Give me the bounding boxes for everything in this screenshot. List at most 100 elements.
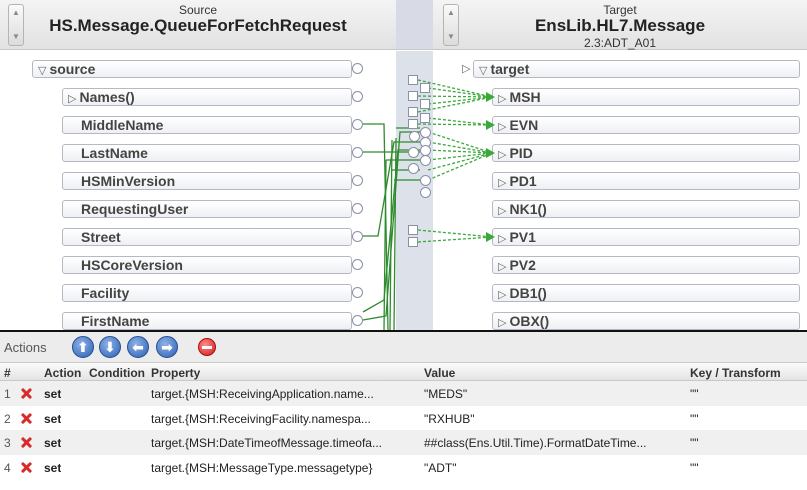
source-port[interactable] [352,175,363,186]
row-value: ##class(Ens.Util.Time).FormatDateTime... [424,436,647,450]
row-property: target.{MSH:ReceivingApplication.name... [151,387,374,401]
source-port[interactable] [352,119,363,130]
link-handle[interactable] [409,131,420,142]
target-segment-pid[interactable]: ▷ PID [492,144,800,162]
delete-x-icon[interactable] [20,387,33,400]
actions-label: Actions [4,340,47,355]
col-property[interactable]: Property [151,366,200,380]
actions-toolbar: Actions ⬆ ⬇ ⬅ ➡ [0,332,807,362]
target-segment-nk1[interactable]: ▷ NK1() [492,200,800,218]
collapsed-triangle-icon: ▷ [68,93,77,105]
row-num: 3 [4,436,11,450]
row-value: "MEDS" [424,387,468,401]
target-segment-msh[interactable]: ▷ MSH [492,88,800,106]
source-field-firstname[interactable]: FirstName [62,312,352,330]
source-field-facility[interactable]: Facility [62,284,352,302]
link-handle[interactable] [408,119,418,129]
actions-table: # Action Condition Property Value Key / … [0,362,807,479]
col-condition[interactable]: Condition [89,366,145,380]
delete-x-icon[interactable] [20,436,33,449]
row-property: target.{MSH:ReceivingFacility.namespa... [151,411,371,426]
link-handle[interactable] [408,225,418,235]
target-segment-evn[interactable]: ▷ EVN [492,116,800,134]
table-row[interactable]: 1 set target.{MSH:ReceivingApplication.n… [0,381,807,406]
table-body: 1 set target.{MSH:ReceivingApplication.n… [0,381,807,479]
source-root-port[interactable] [352,63,363,74]
collapsed-triangle-icon[interactable]: ▷ [462,62,470,75]
arrow-up-icon: ⬆ [77,339,89,355]
delete-x-icon[interactable] [20,412,33,425]
target-segment-obx[interactable]: ▷ OBX() [492,312,800,330]
source-field-hscoreversion[interactable]: HSCoreVersion [62,256,352,274]
source-field-hsminversion[interactable]: HSMinVersion [62,172,352,190]
source-field-requestinguser[interactable]: RequestingUser [62,200,352,218]
arrow-right-icon: ➡ [161,339,173,355]
link-handle[interactable] [420,99,430,109]
move-right-button[interactable]: ➡ [156,336,178,358]
source-field-middlename[interactable]: MiddleName [62,116,352,134]
link-handle[interactable] [408,107,418,117]
target-segment-pv2[interactable]: ▷ PV2 [492,256,800,274]
source-root-node[interactable]: ▽ source [32,60,352,78]
link-handle[interactable] [408,75,418,85]
delete-action-button[interactable] [198,338,216,356]
target-caption: Target [603,3,637,17]
row-num: 2 [4,411,11,426]
source-field-names[interactable]: ▷ Names() [62,88,352,106]
source-port[interactable] [352,315,363,326]
move-down-button[interactable]: ⬇ [99,336,121,358]
row-value: "RXHUB" [424,411,475,426]
link-handle[interactable] [420,83,430,93]
target-root-node[interactable]: ▽ target [473,60,800,78]
row-key: "" [690,411,699,426]
row-action: set [44,460,62,475]
row-key: "" [690,436,699,450]
source-port[interactable] [352,147,363,158]
row-value: "ADT" [424,460,457,475]
delete-x-icon[interactable] [20,461,33,474]
target-header: ▲ ▼ Target EnsLib.HL7.Message 2.3:ADT_A0… [433,0,807,50]
source-header: ▲ ▼ Source HS.Message.QueueForFetchReque… [0,0,396,50]
link-handle[interactable] [420,175,431,186]
source-caption: Source [178,3,218,17]
table-row[interactable]: 3 set target.{MSH:DateTimeofMessage.time… [0,430,807,455]
collapsed-triangle-icon: ▷ [498,261,507,273]
link-handle[interactable] [408,147,419,158]
source-field-street[interactable]: Street [62,228,352,246]
target-segment-db1[interactable]: ▷ DB1() [492,284,800,302]
arrow-left-icon: ⬅ [132,339,144,355]
row-property: target.{MSH:MessageType.messagetype} [151,460,373,475]
link-handle[interactable] [420,187,431,198]
expanded-triangle-icon: ▽ [38,65,47,77]
row-num: 1 [4,387,11,401]
table-row[interactable]: 4 set target.{MSH:MessageType.messagetyp… [0,455,807,480]
table-row[interactable]: 2 set target.{MSH:ReceivingFacility.name… [0,406,807,431]
row-action: set [44,387,62,401]
link-handle[interactable] [420,113,430,123]
row-num: 4 [4,460,11,475]
source-port[interactable] [352,259,363,270]
move-up-button[interactable]: ⬆ [72,336,94,358]
link-handle[interactable] [420,155,431,166]
row-key: "" [690,387,699,401]
collapsed-triangle-icon: ▷ [498,233,507,245]
row-action: set [44,411,62,426]
source-port[interactable] [352,287,363,298]
source-field-lastname[interactable]: LastName [62,144,352,162]
collapsed-triangle-icon: ▷ [498,205,507,217]
target-segment-pv1[interactable]: ▷ PV1 [492,228,800,246]
col-num[interactable]: # [4,366,11,380]
collapsed-triangle-icon: ▷ [498,93,507,105]
target-segment-pd1[interactable]: ▷ PD1 [492,172,800,190]
source-class-name: HS.Message.QueueForFetchRequest [49,16,347,35]
move-left-button[interactable]: ⬅ [127,336,149,358]
link-handle[interactable] [408,91,418,101]
source-port[interactable] [352,231,363,242]
source-port[interactable] [352,91,363,102]
col-action[interactable]: Action [44,366,81,380]
col-value[interactable]: Value [424,366,455,380]
link-handle[interactable] [408,237,418,247]
link-handle[interactable] [408,163,419,174]
source-port[interactable] [352,203,363,214]
col-key-transform[interactable]: Key / Transform [690,366,781,380]
